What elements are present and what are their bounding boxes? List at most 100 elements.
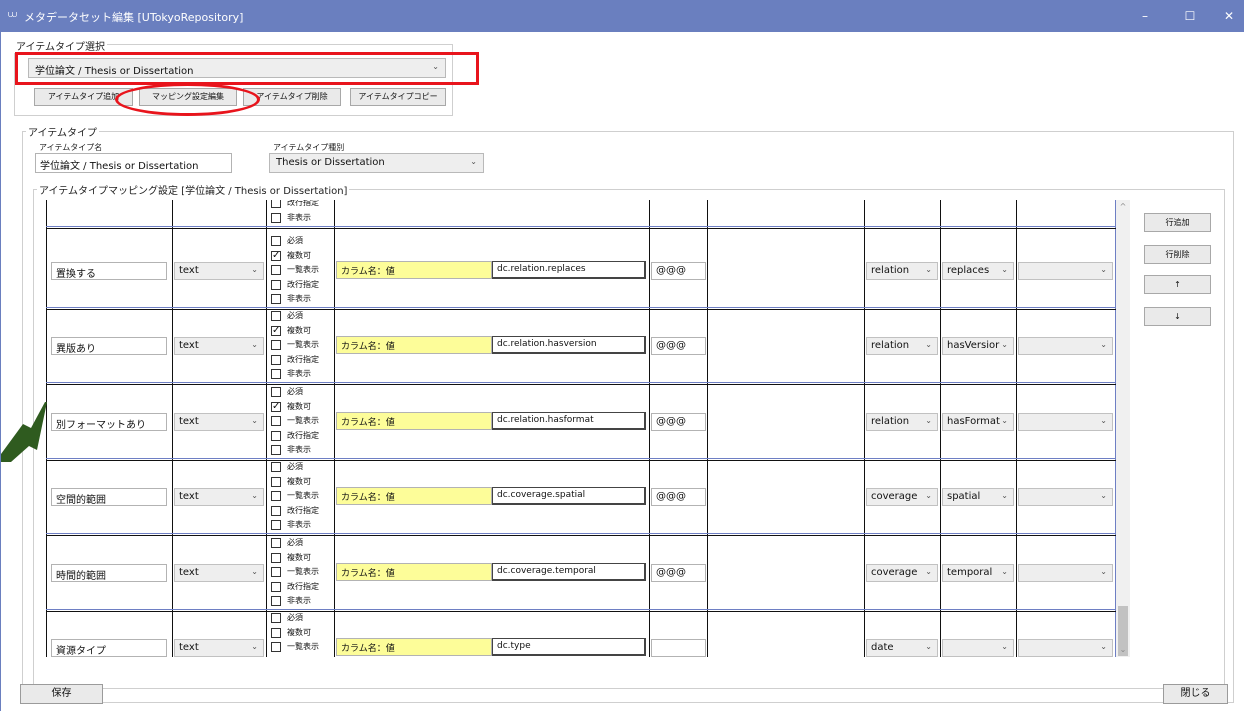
separator-input[interactable]: @@@ — [651, 413, 706, 431]
checkbox-row[interactable]: 必須 — [271, 536, 333, 551]
checkbox-row[interactable]: 一覧表示 — [271, 489, 333, 504]
field-type-dropdown[interactable]: text ⌄ — [174, 564, 264, 582]
maximize-button[interactable]: ☐ — [1175, 6, 1205, 26]
checkbox-row[interactable]: 複数可 — [271, 551, 333, 566]
app-icon[interactable]: ⩊ — [8, 10, 17, 20]
checkbox-row[interactable]: 改行指定 — [271, 655, 333, 657]
checkbox[interactable] — [271, 416, 281, 426]
checkbox-row[interactable]: 一覧表示 — [271, 414, 333, 429]
checkbox[interactable] — [271, 627, 281, 638]
language-dropdown[interactable]: ⌄ — [1018, 337, 1113, 355]
checkbox-checked[interactable]: ✓ — [271, 401, 281, 412]
checkbox-row[interactable]: 一覧表示 — [271, 263, 333, 278]
qualifier-dropdown[interactable]: replaces ⌄ — [942, 262, 1014, 280]
checkbox[interactable] — [271, 656, 281, 657]
checkbox-row[interactable]: 必須 — [271, 611, 333, 626]
add-row-button[interactable]: 行追加 — [1144, 213, 1211, 232]
checkbox-row[interactable]: 非表示 — [271, 594, 333, 609]
checkbox-row[interactable]: 必須 — [271, 460, 333, 475]
checkbox[interactable] — [271, 520, 281, 530]
checkbox[interactable] — [271, 505, 281, 516]
checkbox[interactable] — [271, 236, 281, 246]
element-dropdown[interactable]: coverage ⌄ — [866, 488, 938, 506]
move-up-button[interactable]: ↑ — [1144, 275, 1211, 294]
minimize-button[interactable]: – — [1130, 6, 1160, 26]
element-dropdown[interactable]: relation ⌄ — [866, 262, 938, 280]
checkbox-row[interactable]: ✓ 複数可 — [271, 324, 333, 339]
language-dropdown[interactable]: ⌄ — [1018, 262, 1113, 280]
scroll-down-icon[interactable]: ⌄ — [1116, 645, 1130, 654]
field-name-input[interactable]: 空間的範囲 — [51, 488, 167, 506]
checkbox[interactable] — [271, 476, 281, 487]
checkbox-row[interactable]: 一覧表示 — [271, 565, 333, 580]
checkbox-row[interactable]: 改行指定 — [271, 278, 333, 293]
column-value-input[interactable]: カラム名：値 — [336, 638, 492, 656]
save-button[interactable]: 保存 — [20, 684, 103, 704]
field-name-input[interactable]: 異版あり — [51, 337, 167, 355]
checkbox[interactable] — [271, 369, 281, 379]
checkbox-row[interactable]: 必須 — [271, 234, 333, 249]
checkbox[interactable] — [271, 311, 281, 321]
checkbox-row[interactable]: 改行指定 — [271, 200, 333, 211]
qualifier-dropdown[interactable]: hasVersior ⌄ — [942, 337, 1014, 355]
qualifier-dropdown[interactable]: ⌄ — [942, 639, 1014, 657]
close-window-button[interactable]: ✕ — [1214, 6, 1244, 26]
checkbox[interactable] — [271, 538, 281, 548]
field-type-dropdown[interactable]: text ⌄ — [174, 413, 264, 431]
checkbox[interactable] — [271, 491, 281, 501]
checkbox[interactable] — [271, 567, 281, 577]
checkbox[interactable] — [271, 279, 281, 290]
checkbox-row[interactable]: 改行指定 — [271, 353, 333, 368]
checkbox-row[interactable]: 複数可 — [271, 475, 333, 490]
field-name-input[interactable]: 時間的範囲 — [51, 564, 167, 582]
language-dropdown[interactable]: ⌄ — [1018, 488, 1113, 506]
field-name-input[interactable]: 置換する — [51, 262, 167, 280]
dc-mapping-input[interactable]: dc.coverage.spatial — [492, 487, 646, 505]
field-name-input[interactable]: 別フォーマットあり — [51, 413, 167, 431]
checkbox-row[interactable]: 複数可 — [271, 626, 333, 641]
checkbox-checked[interactable]: ✓ — [271, 325, 281, 336]
scroll-up-icon[interactable]: ^ — [1116, 202, 1130, 211]
close-button[interactable]: 閉じる — [1163, 684, 1228, 704]
checkbox[interactable] — [271, 200, 281, 208]
qualifier-dropdown[interactable]: temporal ⌄ — [942, 564, 1014, 582]
checkbox-row[interactable]: 非表示 — [271, 443, 333, 458]
checkbox-row[interactable]: 非表示 — [271, 292, 333, 307]
separator-input[interactable] — [651, 639, 706, 657]
field-type-dropdown[interactable]: text ⌄ — [174, 337, 264, 355]
checkbox[interactable] — [271, 294, 281, 304]
checkbox-row[interactable]: 非表示 — [271, 367, 333, 382]
column-value-input[interactable]: カラム名：値 — [336, 563, 492, 581]
checkbox[interactable] — [271, 596, 281, 606]
field-type-dropdown[interactable]: text ⌄ — [174, 488, 264, 506]
checkbox[interactable] — [271, 265, 281, 275]
checkbox-row[interactable]: 改行指定 — [271, 504, 333, 519]
checkbox-row[interactable]: ✓ 複数可 — [271, 249, 333, 264]
copy-item-type-button[interactable]: アイテムタイプコピー — [350, 88, 446, 106]
checkbox-row[interactable]: 必須 — [271, 309, 333, 324]
checkbox-row[interactable]: 一覧表示 — [271, 640, 333, 655]
checkbox-row[interactable]: 改行指定 — [271, 580, 333, 595]
checkbox-row[interactable]: ✓ 複数可 — [271, 400, 333, 415]
checkbox[interactable] — [271, 613, 281, 623]
move-down-button[interactable]: ↓ — [1144, 307, 1211, 326]
checkbox-row[interactable]: 非表示 — [271, 211, 333, 226]
checkbox[interactable] — [271, 354, 281, 365]
checkbox[interactable] — [271, 387, 281, 397]
item-type-kind-dropdown[interactable]: Thesis or Dissertation ⌄ — [269, 153, 484, 173]
column-value-input[interactable]: カラム名：値 — [336, 487, 492, 505]
field-name-input[interactable]: 資源タイプ — [51, 639, 167, 657]
dc-mapping-input[interactable]: dc.type — [492, 638, 646, 656]
column-value-input[interactable]: カラム名：値 — [336, 412, 492, 430]
column-value-input[interactable]: カラム名：値 — [336, 336, 492, 354]
checkbox[interactable] — [271, 445, 281, 455]
dc-mapping-input[interactable]: dc.coverage.temporal — [492, 563, 646, 581]
dc-mapping-input[interactable]: dc.relation.replaces — [492, 261, 646, 279]
qualifier-dropdown[interactable]: hasFormat ⌄ — [942, 413, 1014, 431]
element-dropdown[interactable]: relation ⌄ — [866, 413, 938, 431]
element-dropdown[interactable]: coverage ⌄ — [866, 564, 938, 582]
field-type-dropdown[interactable]: text ⌄ — [174, 639, 264, 657]
checkbox[interactable] — [271, 430, 281, 441]
checkbox-row[interactable]: 非表示 — [271, 518, 333, 533]
language-dropdown[interactable]: ⌄ — [1018, 639, 1113, 657]
